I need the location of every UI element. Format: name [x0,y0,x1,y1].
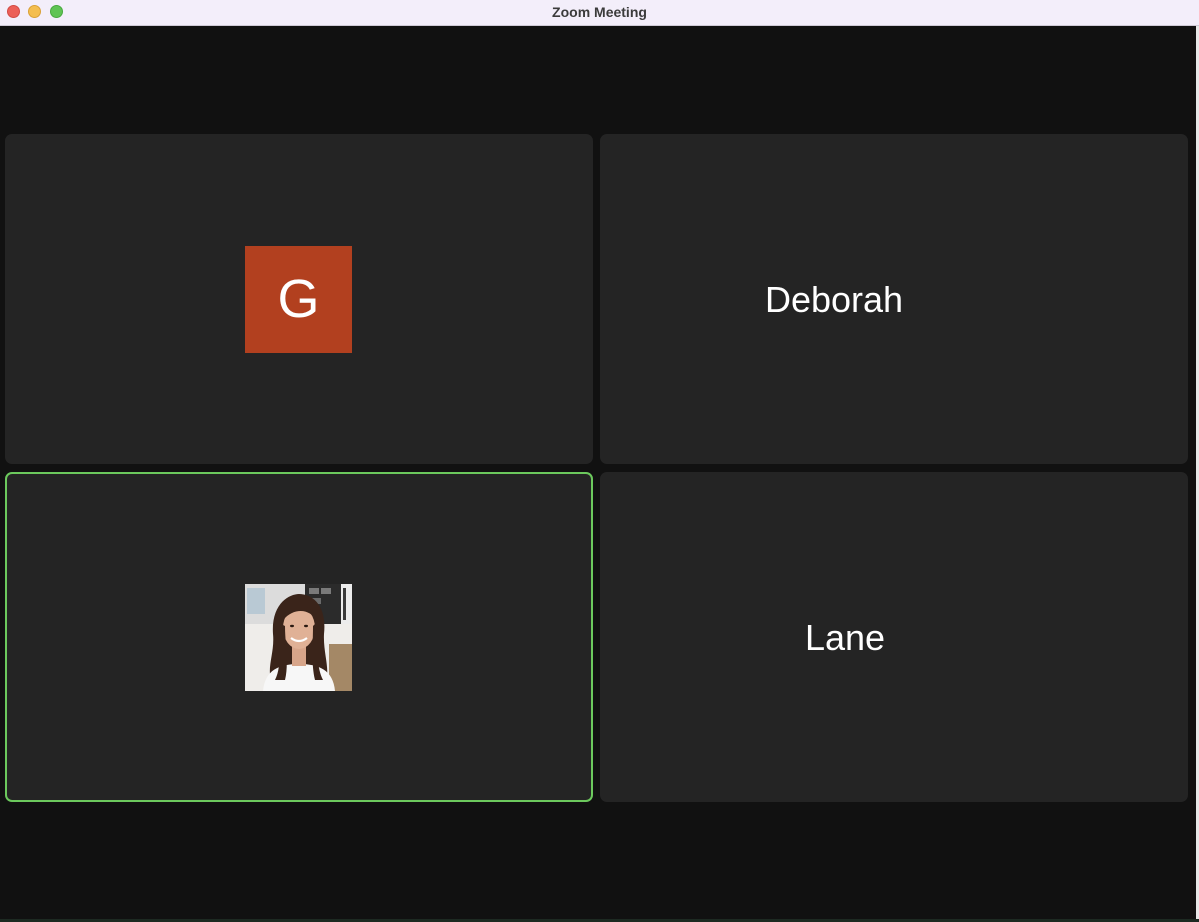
participant-initial-avatar: G [245,246,352,353]
participant-profile-photo [245,584,352,691]
participant-tile[interactable]: G [5,134,593,464]
participant-name: Lane [804,617,886,658]
zoom-meeting-window: Zoom Meeting G Deborah Lane [0,0,1199,922]
gallery-view: G Deborah Lane [0,26,1199,922]
window-title: Zoom Meeting [552,4,647,20]
active-speaker-tile[interactable] [5,472,593,802]
title-bar[interactable]: Zoom Meeting [0,0,1199,26]
participant-tile[interactable]: Deborah [600,134,1188,464]
participant-name: Deborah [764,279,904,320]
participant-tile[interactable]: Lane [600,472,1188,802]
profile-photo-image [245,584,352,691]
